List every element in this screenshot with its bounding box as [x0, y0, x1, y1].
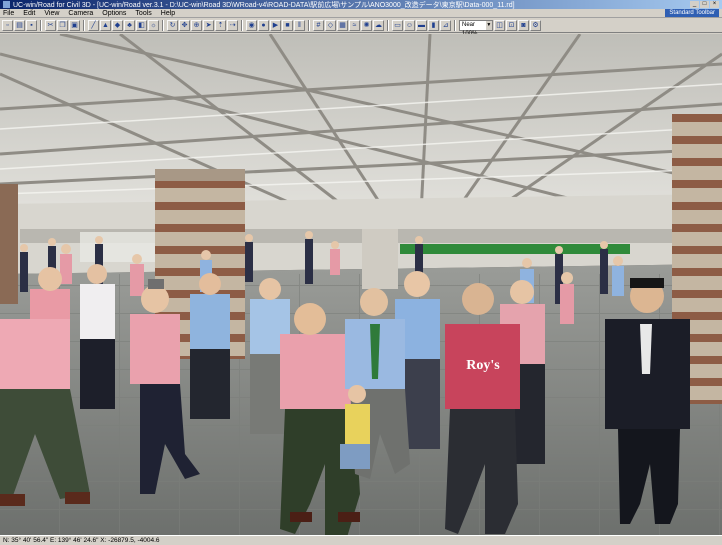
- drive-icon[interactable]: ⇢: [227, 19, 238, 31]
- texture-icon[interactable]: ▦: [337, 19, 348, 31]
- view-front-icon[interactable]: ◫: [494, 19, 505, 31]
- light-icon[interactable]: ☼: [148, 19, 159, 31]
- toolbar-badge[interactable]: Standard Toolbar: [665, 9, 719, 17]
- sun-icon[interactable]: ✺: [361, 19, 372, 31]
- platform-sign: [400, 244, 630, 254]
- person-icon[interactable]: ☺: [404, 19, 415, 31]
- menu-edit[interactable]: Edit: [23, 10, 35, 17]
- pillar-back: [362, 229, 398, 289]
- maximize-button[interactable]: □: [700, 1, 709, 8]
- pause-icon[interactable]: ‖: [294, 19, 305, 31]
- menu-bar: File Edit View Camera Options Tools Help…: [0, 9, 722, 18]
- tree-icon[interactable]: ♣: [124, 19, 135, 31]
- stop-icon[interactable]: ■: [282, 19, 293, 31]
- camera-icon[interactable]: ◉: [246, 19, 257, 31]
- menu-view[interactable]: View: [44, 10, 59, 17]
- menu-help[interactable]: Help: [161, 10, 175, 17]
- menu-tools[interactable]: Tools: [135, 10, 151, 17]
- bus-icon[interactable]: ▬: [416, 19, 427, 31]
- window-title: UC-win/Road for Civil 3D - [UC-win/Road …: [13, 1, 515, 9]
- open-folder-icon[interactable]: ▤: [14, 19, 25, 31]
- play-icon[interactable]: ▶: [270, 19, 281, 31]
- fly-icon[interactable]: ➤: [203, 19, 214, 31]
- coordinates-readout: N: 35° 40' 56.4" E: 139° 46' 24.6" X: -2…: [3, 537, 160, 544]
- train-icon[interactable]: ▮: [428, 19, 439, 31]
- save-icon[interactable]: ▪: [26, 19, 37, 31]
- fog-icon[interactable]: ≈: [349, 19, 360, 31]
- shirt-logo: Roy's: [466, 358, 500, 373]
- close-button[interactable]: ×: [710, 1, 719, 8]
- road-icon[interactable]: ╱: [88, 19, 99, 31]
- menu-file[interactable]: File: [3, 10, 14, 17]
- minimize-button[interactable]: _: [690, 1, 699, 8]
- copy-icon[interactable]: ❐: [57, 19, 68, 31]
- zoom-icon[interactable]: ⊕: [191, 19, 202, 31]
- cut-icon[interactable]: ✂: [45, 19, 56, 31]
- status-bar: N: 35° 40' 56.4" E: 139° 46' 24.6" X: -2…: [0, 535, 722, 545]
- main-toolbar: ▫ ▤ ▪ ✂ ❐ ▣ ╱ ▲ ◆ ♣ ◧ ☼ ↻ ✥ ⊕ ➤ ⇡ ⇢ ◉ ● …: [0, 18, 722, 37]
- screenshot-icon[interactable]: ◙: [518, 19, 529, 31]
- view-top-icon[interactable]: ⊡: [506, 19, 517, 31]
- application-window: UC-win/Road for Civil 3D - [UC-win/Road …: [0, 0, 722, 545]
- settings-icon[interactable]: ⚙: [530, 19, 541, 31]
- sign-icon[interactable]: ◧: [136, 19, 147, 31]
- grid-icon[interactable]: #: [313, 19, 324, 31]
- measure-icon[interactable]: ⊿: [440, 19, 451, 31]
- title-bar: UC-win/Road for Civil 3D - [UC-win/Road …: [0, 0, 722, 9]
- zoom-select[interactable]: Near 100%▼: [459, 19, 493, 37]
- 3d-viewport[interactable]: Roy's: [0, 34, 722, 535]
- record-icon[interactable]: ●: [258, 19, 269, 31]
- menu-camera[interactable]: Camera: [68, 10, 93, 17]
- terrain-icon[interactable]: ▲: [100, 19, 111, 31]
- menu-options[interactable]: Options: [102, 10, 126, 17]
- app-icon: [3, 1, 10, 8]
- weather-icon[interactable]: ☁: [373, 19, 384, 31]
- pan-icon[interactable]: ✥: [179, 19, 190, 31]
- rotate-icon[interactable]: ↻: [167, 19, 178, 31]
- car-icon[interactable]: ▭: [392, 19, 403, 31]
- paste-icon[interactable]: ▣: [69, 19, 80, 31]
- model-icon[interactable]: ◆: [112, 19, 123, 31]
- wireframe-icon[interactable]: ◇: [325, 19, 336, 31]
- pillar-left-edge: [0, 184, 18, 304]
- new-file-icon[interactable]: ▫: [2, 19, 13, 31]
- walk-icon[interactable]: ⇡: [215, 19, 226, 31]
